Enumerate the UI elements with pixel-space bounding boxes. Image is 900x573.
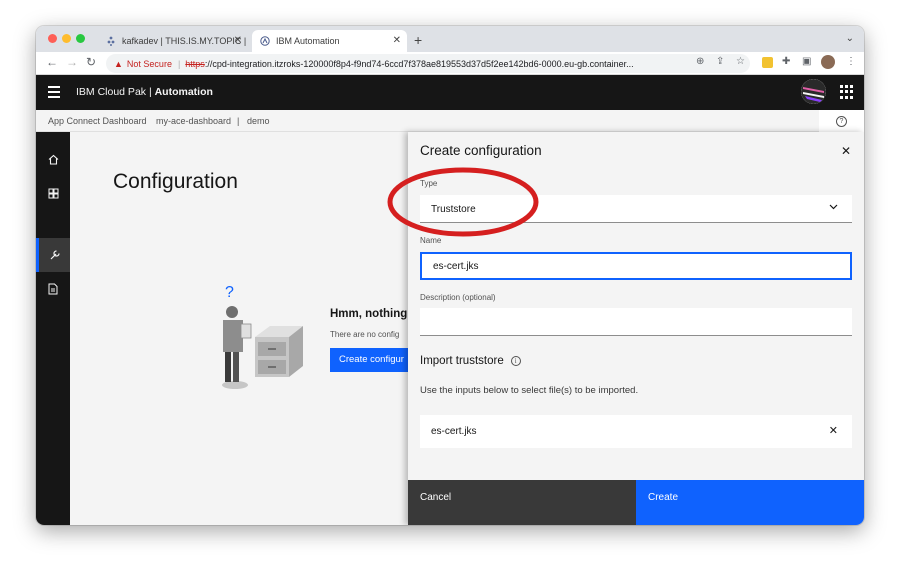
- page-title: Configuration: [113, 170, 238, 193]
- brand-product: Automation: [154, 86, 213, 98]
- close-icon[interactable]: ✕: [841, 144, 851, 158]
- breadcrumb-app-connect-dashboard[interactable]: App Connect Dashboard: [48, 116, 147, 126]
- app-header: IBM Cloud Pak | Automation: [36, 75, 864, 110]
- kafka-favicon-icon: [106, 36, 116, 46]
- bookmark-star-icon[interactable]: ☆: [736, 56, 745, 67]
- document-icon: [48, 283, 58, 295]
- user-avatar[interactable]: [801, 79, 826, 104]
- empty-state-description: There are no config: [330, 330, 400, 339]
- remove-file-icon[interactable]: ✕: [829, 424, 838, 437]
- ibm-automation-favicon-icon: [260, 36, 270, 46]
- dashboard-icon: [48, 188, 58, 198]
- empty-state-heading: Hmm, nothing: [330, 308, 408, 320]
- reload-icon[interactable]: ↻: [86, 55, 96, 69]
- nav-item-documents[interactable]: [36, 272, 70, 306]
- product-name: IBM Cloud Pak | Automation: [76, 86, 213, 98]
- file-list-item: es-cert.jks ✕: [420, 415, 852, 448]
- url-scheme: https: [185, 58, 205, 69]
- browser-window: kafkadev | THIS.IS.MY.TOPIC | ✕ IBM Auto…: [36, 26, 864, 525]
- side-panel-icon[interactable]: ▣: [802, 56, 811, 67]
- svg-text:?: ?: [225, 284, 234, 301]
- extensions-puzzle-icon[interactable]: ✚: [782, 56, 790, 67]
- chevron-down-icon[interactable]: ⌄: [846, 33, 854, 44]
- import-truststore-heading: Import truststore i: [420, 355, 521, 367]
- nav-item-home[interactable]: [36, 142, 70, 176]
- zoom-icon[interactable]: ⊕: [696, 56, 704, 67]
- forward-arrow-icon[interactable]: →: [66, 55, 78, 69]
- breadcrumb-separator: |: [237, 116, 240, 126]
- import-heading-text: Import truststore: [420, 355, 504, 367]
- breadcrumb-my-ace-dashboard[interactable]: my-ace-dashboard: [156, 116, 231, 126]
- help-button[interactable]: ?: [819, 110, 864, 132]
- profile-avatar[interactable]: [821, 55, 835, 69]
- panel-title: Create configuration: [420, 143, 542, 158]
- wrench-icon: [50, 250, 60, 260]
- close-window-button[interactable]: [48, 34, 57, 43]
- import-description: Use the inputs below to select file(s) t…: [420, 385, 639, 396]
- close-tab-icon[interactable]: ✕: [393, 35, 401, 46]
- description-label: Description (optional): [420, 293, 496, 302]
- new-tab-icon[interactable]: +: [414, 32, 422, 48]
- info-icon[interactable]: i: [510, 356, 521, 366]
- home-icon: [48, 154, 58, 165]
- create-button[interactable]: Create: [636, 480, 864, 525]
- main-content: Configuration ? Hmm, nothing There are n…: [70, 132, 408, 525]
- address-bar[interactable]: ▲ Not Secure | https ://cpd-integration.…: [106, 54, 750, 73]
- minimize-window-button[interactable]: [62, 34, 71, 43]
- name-field[interactable]: [420, 252, 852, 280]
- create-configuration-button[interactable]: Create configur: [330, 348, 408, 372]
- share-icon[interactable]: ⇪: [716, 56, 724, 67]
- brand-prefix: IBM Cloud Pak |: [76, 86, 155, 98]
- url-text: ://cpd-integration.itzroks-120000f8p4-f9…: [204, 58, 634, 69]
- file-name: es-cert.jks: [431, 426, 477, 437]
- not-secure-label: Not Secure: [126, 58, 172, 69]
- maximize-window-button[interactable]: [76, 34, 85, 43]
- breadcrumb-demo[interactable]: demo: [247, 116, 270, 126]
- back-arrow-icon[interactable]: ←: [46, 55, 58, 69]
- browser-tab-title: kafkadev | THIS.IS.MY.TOPIC |: [122, 36, 247, 46]
- extension-badge-icon[interactable]: [762, 57, 773, 68]
- browser-tab-ibm-automation[interactable]: IBM Automation ✕: [252, 30, 407, 52]
- red-ellipse-annotation: [387, 167, 539, 237]
- hamburger-menu-icon[interactable]: [48, 86, 60, 98]
- nav-item-configuration[interactable]: [36, 238, 70, 272]
- chevron-down-icon: [829, 202, 838, 212]
- empty-state-illustration: ?: [215, 282, 315, 397]
- browser-tab-strip: kafkadev | THIS.IS.MY.TOPIC | ✕ IBM Auto…: [36, 26, 864, 52]
- warning-icon: ▲: [114, 58, 123, 69]
- cancel-button[interactable]: Cancel: [408, 480, 636, 525]
- description-field[interactable]: [420, 308, 852, 336]
- address-separator: |: [177, 58, 181, 69]
- help-icon: ?: [836, 115, 847, 127]
- breadcrumb: App Connect Dashboard my-ace-dashboard |…: [36, 110, 864, 132]
- browser-toolbar: ← → ↻ ▲ Not Secure | https ://cpd-integr…: [36, 52, 864, 75]
- browser-tab-kafkadev[interactable]: kafkadev | THIS.IS.MY.TOPIC | ✕: [98, 30, 248, 52]
- more-vertical-icon[interactable]: ⋮: [846, 56, 856, 67]
- close-tab-icon[interactable]: ✕: [234, 35, 242, 46]
- browser-tab-title: IBM Automation: [276, 36, 340, 46]
- side-nav: [36, 132, 70, 525]
- nav-item-dashboard[interactable]: [36, 176, 70, 210]
- app-switcher-icon[interactable]: [840, 85, 854, 99]
